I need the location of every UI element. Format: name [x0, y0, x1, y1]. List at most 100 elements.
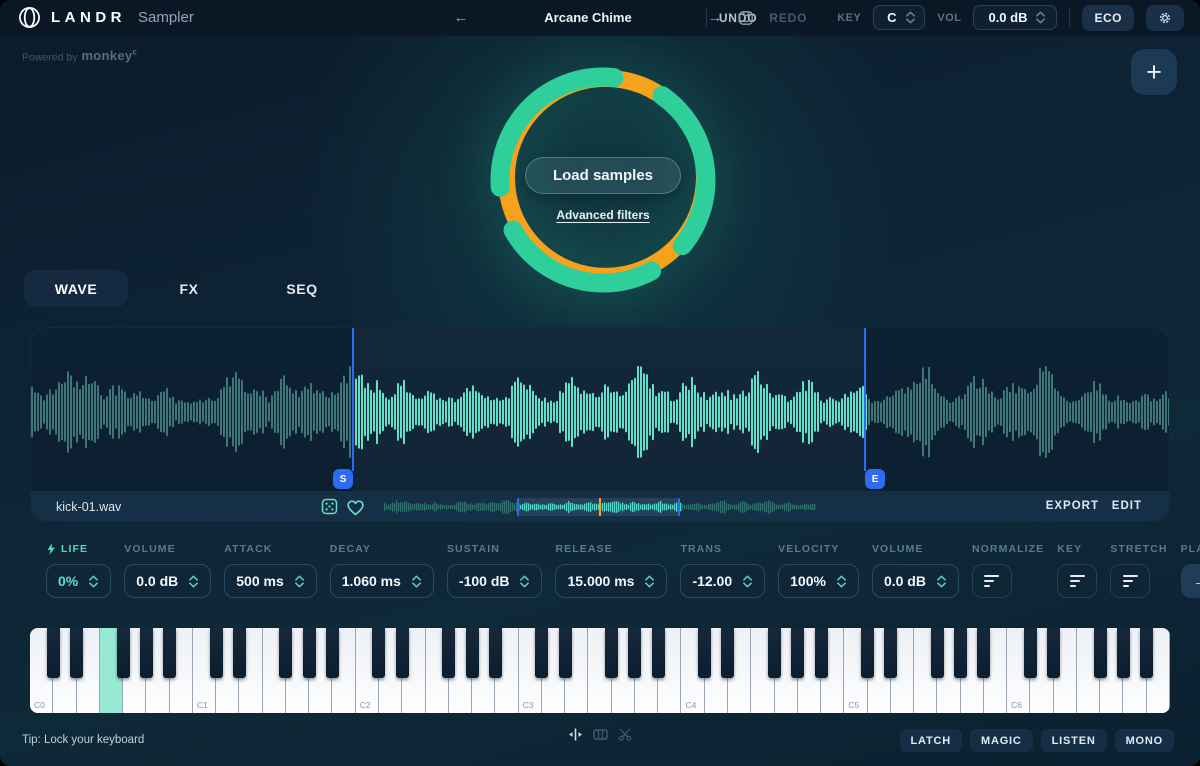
- black-key[interactable]: [233, 628, 246, 678]
- waveform-display[interactable]: S E: [31, 328, 1169, 491]
- stretch-button[interactable]: [1110, 564, 1150, 598]
- powered-by-superscript: c: [132, 48, 137, 57]
- black-key[interactable]: [1094, 628, 1107, 678]
- prev-preset-button[interactable]: ←: [452, 9, 470, 26]
- black-key[interactable]: [698, 628, 711, 678]
- black-key[interactable]: [372, 628, 385, 678]
- normalize-button[interactable]: [972, 564, 1012, 598]
- black-key[interactable]: [117, 628, 130, 678]
- black-key[interactable]: [884, 628, 897, 678]
- param-velocity-stepper[interactable]: 100%: [778, 564, 859, 598]
- param-volume-stepper[interactable]: 0.0 dB: [124, 564, 211, 598]
- param-volume-label: VOLUME: [124, 542, 211, 555]
- black-key[interactable]: [140, 628, 153, 678]
- black-key[interactable]: [210, 628, 223, 678]
- black-key[interactable]: [791, 628, 804, 678]
- random-sample-button[interactable]: [321, 498, 338, 520]
- playback-button[interactable]: →: [1181, 564, 1200, 598]
- black-key[interactable]: [396, 628, 409, 678]
- black-key[interactable]: [1024, 628, 1037, 678]
- scissors-icon[interactable]: [618, 727, 633, 742]
- black-key[interactable]: [1047, 628, 1060, 678]
- tab-fx[interactable]: FX: [137, 270, 241, 307]
- volume-value: 0.0 dB: [988, 10, 1027, 25]
- master-volume-select[interactable]: 0.0 dB: [973, 5, 1057, 30]
- black-key[interactable]: [47, 628, 60, 678]
- redo-button[interactable]: REDO: [769, 11, 807, 25]
- param-velocity-label: VELOCITY: [778, 542, 859, 555]
- magic-button[interactable]: MAGIC: [970, 729, 1033, 752]
- param-release-stepper[interactable]: 15.000 ms: [555, 564, 667, 598]
- param-velocity-value: 100%: [790, 573, 826, 589]
- hero: Load samples Advanced filters: [487, 64, 719, 296]
- param-attack-stepper[interactable]: 500 ms: [224, 564, 316, 598]
- black-key[interactable]: [442, 628, 455, 678]
- param-trans-stepper[interactable]: -12.00: [680, 564, 765, 598]
- black-key[interactable]: [466, 628, 479, 678]
- param-life-stepper[interactable]: 0%: [46, 564, 111, 598]
- black-key[interactable]: [559, 628, 572, 678]
- black-key[interactable]: [70, 628, 83, 678]
- mono-button[interactable]: MONO: [1115, 729, 1174, 752]
- black-key[interactable]: [1117, 628, 1130, 678]
- black-key[interactable]: [652, 628, 665, 678]
- octave-label: C3: [523, 700, 534, 710]
- favorite-button[interactable]: [346, 498, 365, 521]
- black-key[interactable]: [628, 628, 641, 678]
- level-bars-icon: [1123, 575, 1138, 588]
- black-key[interactable]: [279, 628, 292, 678]
- chevron-up-down-icon: [294, 575, 305, 588]
- end-marker-tag[interactable]: E: [865, 469, 885, 489]
- black-key[interactable]: [326, 628, 339, 678]
- black-key[interactable]: [1140, 628, 1153, 678]
- load-samples-button[interactable]: Load samples: [525, 157, 681, 194]
- param-release-label: RELEASE: [555, 542, 667, 555]
- black-key[interactable]: [768, 628, 781, 678]
- param-volume-stepper[interactable]: 0.0 dB: [872, 564, 959, 598]
- black-key[interactable]: [931, 628, 944, 678]
- tab-seq[interactable]: SEQ: [250, 270, 354, 307]
- add-sample-button[interactable]: +: [1131, 49, 1177, 95]
- param-trans-value: -12.00: [692, 573, 732, 589]
- trim-icon[interactable]: [568, 727, 584, 742]
- sample-filename: kick-01.wav: [56, 500, 121, 514]
- black-key[interactable]: [163, 628, 176, 678]
- param-key-label: KEY: [1057, 542, 1097, 555]
- black-key[interactable]: [954, 628, 967, 678]
- key-value: C: [887, 10, 896, 25]
- black-key[interactable]: [861, 628, 874, 678]
- eco-button[interactable]: ECO: [1082, 5, 1134, 31]
- piano-keyboard[interactable]: C0C1C2C3C4C5C6: [30, 628, 1170, 713]
- black-key[interactable]: [977, 628, 990, 678]
- settings-button[interactable]: [1146, 5, 1184, 31]
- parameter-row: LIFE0%VOLUME0.0 dBATTACK500 msDECAY1.060…: [30, 542, 1170, 598]
- param-volume: VOLUME0.0 dB: [872, 542, 959, 598]
- arrow-right-icon: →: [1193, 574, 1200, 589]
- advanced-filters-link[interactable]: Advanced filters: [556, 208, 649, 222]
- black-key[interactable]: [303, 628, 316, 678]
- black-key[interactable]: [535, 628, 548, 678]
- param-volume-value: 0.0 dB: [136, 573, 178, 589]
- tabs: WAVEFXSEQ: [24, 270, 354, 307]
- param-normalize: NORMALIZE: [972, 542, 1044, 598]
- param-decay-stepper[interactable]: 1.060 ms: [330, 564, 434, 598]
- param-sustain-stepper[interactable]: -100 dB: [447, 564, 543, 598]
- wave-panel: S E kick-01.wav: [30, 327, 1170, 522]
- black-key[interactable]: [721, 628, 734, 678]
- black-key[interactable]: [489, 628, 502, 678]
- start-marker-tag[interactable]: S: [333, 469, 353, 489]
- waveform-overview[interactable]: [384, 498, 816, 516]
- param-life-label: LIFE: [46, 542, 111, 555]
- save-icon[interactable]: [738, 10, 754, 26]
- key-button[interactable]: [1057, 564, 1097, 598]
- tab-wave[interactable]: WAVE: [24, 270, 128, 307]
- edit-button[interactable]: EDIT: [1112, 500, 1142, 512]
- latch-button[interactable]: LATCH: [900, 729, 962, 752]
- next-preset-button[interactable]: →: [706, 9, 724, 26]
- slice-grid-icon[interactable]: [593, 727, 609, 742]
- listen-button[interactable]: LISTEN: [1041, 729, 1107, 752]
- key-select[interactable]: C: [873, 5, 925, 30]
- black-key[interactable]: [815, 628, 828, 678]
- export-button[interactable]: EXPORT: [1046, 500, 1099, 512]
- black-key[interactable]: [605, 628, 618, 678]
